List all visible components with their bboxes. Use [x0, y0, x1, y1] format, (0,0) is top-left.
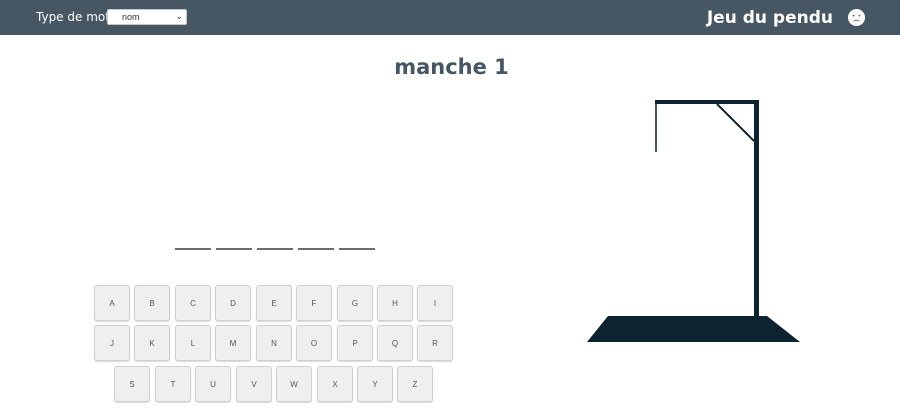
- top-bar: Type de mot nom ⌄ Jeu du pendu: [0, 0, 900, 35]
- key-g[interactable]: G: [337, 285, 373, 321]
- key-q[interactable]: Q: [377, 325, 413, 361]
- gallows-base: [587, 316, 800, 342]
- word-type-selected-value: nom: [122, 12, 140, 22]
- word-type-label: Type de mot: [36, 10, 110, 24]
- key-e[interactable]: E: [256, 285, 292, 321]
- gallows-drawing: [587, 100, 800, 342]
- key-x[interactable]: X: [317, 366, 353, 402]
- key-d[interactable]: D: [215, 285, 251, 321]
- key-m[interactable]: M: [215, 325, 251, 361]
- letter-slot: [216, 240, 252, 250]
- key-w[interactable]: W: [276, 366, 312, 402]
- key-r[interactable]: R: [417, 325, 453, 361]
- gallows-post: [754, 100, 759, 328]
- app-title: Jeu du pendu: [706, 8, 833, 28]
- letter-slot: [298, 240, 334, 250]
- gallows-beam: [655, 100, 759, 104]
- key-i[interactable]: I: [417, 285, 453, 321]
- round-title: manche 1: [394, 55, 509, 79]
- key-l[interactable]: L: [175, 325, 211, 361]
- gallows-brace: [716, 103, 755, 142]
- key-h[interactable]: H: [377, 285, 413, 321]
- key-j[interactable]: J: [94, 325, 130, 361]
- word-type-select[interactable]: nom ⌄: [107, 9, 187, 25]
- key-n[interactable]: N: [256, 325, 292, 361]
- key-c[interactable]: C: [175, 285, 211, 321]
- letter-slot: [257, 240, 293, 250]
- key-t[interactable]: T: [155, 366, 191, 402]
- key-a[interactable]: A: [94, 285, 130, 321]
- key-u[interactable]: U: [195, 366, 231, 402]
- key-b[interactable]: B: [134, 285, 170, 321]
- letter-slot: [175, 240, 211, 250]
- sad-face-icon: [847, 8, 866, 27]
- key-s[interactable]: S: [114, 366, 150, 402]
- word-slots: [175, 240, 375, 250]
- key-v[interactable]: V: [236, 366, 272, 402]
- letter-slot: [339, 240, 375, 250]
- key-y[interactable]: Y: [357, 366, 393, 402]
- key-k[interactable]: K: [134, 325, 170, 361]
- key-z[interactable]: Z: [397, 366, 433, 402]
- key-o[interactable]: O: [296, 325, 332, 361]
- chevron-down-icon: ⌄: [175, 11, 183, 21]
- key-p[interactable]: P: [337, 325, 373, 361]
- key-f[interactable]: F: [296, 285, 332, 321]
